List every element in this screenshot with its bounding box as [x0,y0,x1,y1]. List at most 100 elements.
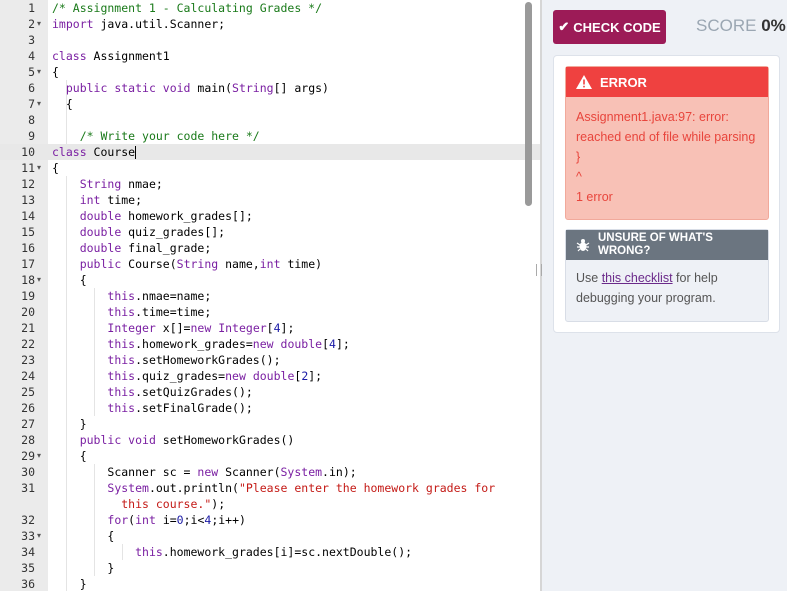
code-text[interactable]: public static void main(String[] args) [52,80,522,96]
code-line[interactable]: 29 ▾ { [0,448,540,464]
check-code-label: CHECK CODE [573,19,661,35]
code-line[interactable]: 12 String nmae; [0,176,540,192]
code-text[interactable]: } [52,416,522,432]
code-line[interactable]: 17 public Course(String name,int time) [0,256,540,272]
fold-toggle-icon[interactable]: ▾ [37,64,41,80]
code-text[interactable]: this.homework_grades[i]=sc.nextDouble(); [52,544,522,560]
checklist-link[interactable]: this checklist [602,271,673,285]
line-number: 7 [28,97,35,111]
code-text[interactable]: { [52,64,522,80]
code-line[interactable]: 30 Scanner sc = new Scanner(System.in); [0,464,540,480]
code-line[interactable]: 8 [0,112,540,128]
code-line[interactable]: 36 } [0,576,540,591]
code-text[interactable]: this.setQuizGrades(); [52,384,522,400]
code-editor[interactable]: 1 /* Assignment 1 - Calculating Grades */… [0,0,540,591]
code-line[interactable]: 3 [0,32,540,48]
code-line[interactable]: 31 System.out.println("Please enter the … [0,480,540,512]
code-line[interactable]: 32 for(int i=0;i<4;i++) [0,512,540,528]
code-line[interactable]: 14 double homework_grades[]; [0,208,540,224]
code-text[interactable]: this.setFinalGrade(); [52,400,522,416]
code-text[interactable]: double final_grade; [52,240,522,256]
code-text[interactable]: String nmae; [52,176,522,192]
code-line[interactable]: 21 Integer x[]=new Integer[4]; [0,320,540,336]
code-text[interactable]: int time; [52,192,522,208]
code-line[interactable]: 11 ▾ { [0,160,540,176]
editor-scrollbar[interactable] [525,2,532,206]
code-line[interactable]: 10 class Course [0,144,540,160]
code-line[interactable]: 16 double final_grade; [0,240,540,256]
code-text[interactable]: import java.util.Scanner; [52,16,522,32]
warning-icon [576,75,592,89]
line-number: 32 [21,513,35,527]
code-line[interactable]: 2 ▾ import java.util.Scanner; [0,16,540,32]
code-line[interactable]: 23 this.setHomeworkGrades(); [0,352,540,368]
line-number: 20 [21,305,35,319]
code-text[interactable]: double quiz_grades[]; [52,224,522,240]
code-text[interactable]: Integer x[]=new Integer[4]; [52,320,522,336]
code-line[interactable]: 5 ▾ { [0,64,540,80]
code-text[interactable]: class Course [52,144,522,160]
line-number: 17 [21,257,35,271]
error-line: ^ [576,170,582,184]
code-line[interactable]: 24 this.quiz_grades=new double[2]; [0,368,540,384]
code-line[interactable]: 19 this.nmae=name; [0,288,540,304]
code-line[interactable]: 27 } [0,416,540,432]
fold-toggle-icon[interactable]: ▾ [37,272,41,288]
code-lines[interactable]: 1 /* Assignment 1 - Calculating Grades */… [0,0,540,591]
code-line[interactable]: 15 double quiz_grades[]; [0,224,540,240]
code-text[interactable]: { [52,448,522,464]
code-line[interactable]: 4 class Assignment1 [0,48,540,64]
code-line[interactable]: 1 /* Assignment 1 - Calculating Grades */ [0,0,540,16]
code-text[interactable]: this.nmae=name; [52,288,522,304]
fold-toggle-icon[interactable]: ▾ [37,448,41,464]
line-number: 9 [28,129,35,143]
code-text[interactable]: } [52,576,522,591]
help-box: UNSURE OF WHAT'S WRONG? Use this checkli… [565,229,769,322]
help-text: Use this checklist for help debugging yo… [566,260,768,308]
code-text[interactable]: /* Write your code here */ [52,128,522,144]
code-text[interactable]: } [52,560,522,576]
fold-toggle-icon[interactable]: ▾ [37,160,41,176]
fold-toggle-icon[interactable]: ▾ [37,16,41,32]
code-line[interactable]: 9 /* Write your code here */ [0,128,540,144]
code-text[interactable]: for(int i=0;i<4;i++) [52,512,522,528]
fold-toggle-icon[interactable]: ▾ [37,528,41,544]
code-text[interactable]: this.time=time; [52,304,522,320]
code-line[interactable]: 25 this.setQuizGrades(); [0,384,540,400]
code-line[interactable]: 35 } [0,560,540,576]
fold-toggle-icon[interactable]: ▾ [37,96,41,112]
code-text[interactable]: this.quiz_grades=new double[2]; [52,368,522,384]
check-code-button[interactable]: ✔ CHECK CODE [553,10,666,44]
code-line[interactable]: 6 public static void main(String[] args) [0,80,540,96]
code-text[interactable]: { [52,160,522,176]
bug-icon [576,239,590,252]
code-line[interactable]: 28 public void setHomeworkGrades() [0,432,540,448]
code-text[interactable]: Scanner sc = new Scanner(System.in); [52,464,522,480]
score-display: SCORE 0% [696,16,786,36]
code-text[interactable]: /* Assignment 1 - Calculating Grades */ [52,0,522,16]
code-text[interactable]: System.out.println("Please enter the hom… [52,480,522,512]
line-number: 36 [21,577,35,591]
code-text[interactable]: { [52,528,522,544]
code-text[interactable]: this.homework_grades=new double[4]; [52,336,522,352]
code-text[interactable]: public Course(String name,int time) [52,256,522,272]
code-text[interactable]: { [52,96,522,112]
code-line[interactable]: 13 int time; [0,192,540,208]
code-text[interactable]: this.setHomeworkGrades(); [52,352,522,368]
error-header: ERROR [566,67,768,97]
code-text[interactable]: { [52,272,522,288]
code-text[interactable]: class Assignment1 [52,48,522,64]
code-line[interactable]: 7 ▾ { [0,96,540,112]
code-text[interactable]: public void setHomeworkGrades() [52,432,522,448]
code-text[interactable]: double homework_grades[]; [52,208,522,224]
line-number: 4 [28,49,35,63]
code-line[interactable]: 26 this.setFinalGrade(); [0,400,540,416]
code-line[interactable]: 22 this.homework_grades=new double[4]; [0,336,540,352]
line-number: 28 [21,433,35,447]
code-line[interactable]: 20 this.time=time; [0,304,540,320]
line-number: 5 [28,65,35,79]
code-line[interactable]: 18 ▾ { [0,272,540,288]
code-line[interactable]: 34 this.homework_grades[i]=sc.nextDouble… [0,544,540,560]
code-line[interactable]: 33 ▾ { [0,528,540,544]
line-number: 13 [21,193,35,207]
